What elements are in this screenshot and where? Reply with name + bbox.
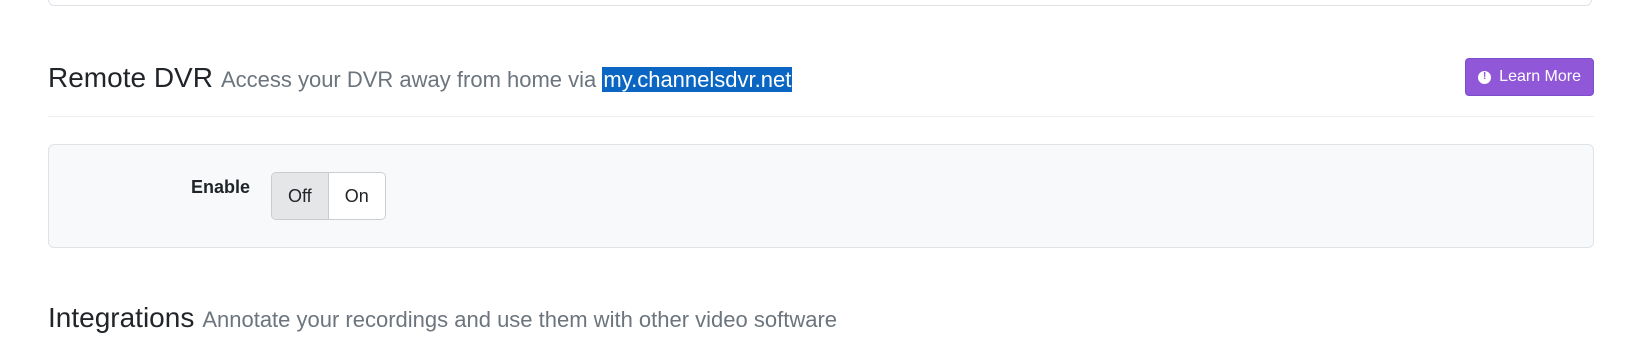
remote-dvr-header: Remote DVR Access your DVR away from home…	[48, 58, 1594, 98]
remote-dvr-settings-card: Enable Off On	[48, 144, 1594, 248]
integrations-header: Integrations Annotate your recordings and…	[48, 298, 837, 338]
remote-dvr-title-row: Remote DVR Access your DVR away from home…	[48, 58, 793, 100]
enable-toggle-group: Off On	[271, 172, 386, 220]
toggle-on-button[interactable]: On	[328, 173, 385, 219]
remote-dvr-subtitle-text: Access your DVR away from home via	[220, 67, 603, 92]
remote-dvr-subtitle: Access your DVR away from home via my.ch…	[220, 67, 793, 92]
section-divider	[48, 116, 1594, 117]
info-circle-icon: !	[1478, 70, 1492, 84]
learn-more-label: Learn More	[1499, 68, 1581, 85]
toggle-off-button[interactable]: Off	[272, 173, 329, 219]
enable-label: Enable	[191, 177, 251, 197]
integrations-subtitle: Annotate your recordings and use them wi…	[202, 307, 838, 332]
learn-more-button[interactable]: ! Learn More	[1465, 58, 1594, 96]
integrations-title: Integrations	[48, 302, 195, 333]
previous-section-card	[48, 0, 1592, 6]
remote-dvr-link[interactable]: my.channelsdvr.net	[602, 67, 793, 92]
remote-dvr-title: Remote DVR	[48, 62, 213, 93]
